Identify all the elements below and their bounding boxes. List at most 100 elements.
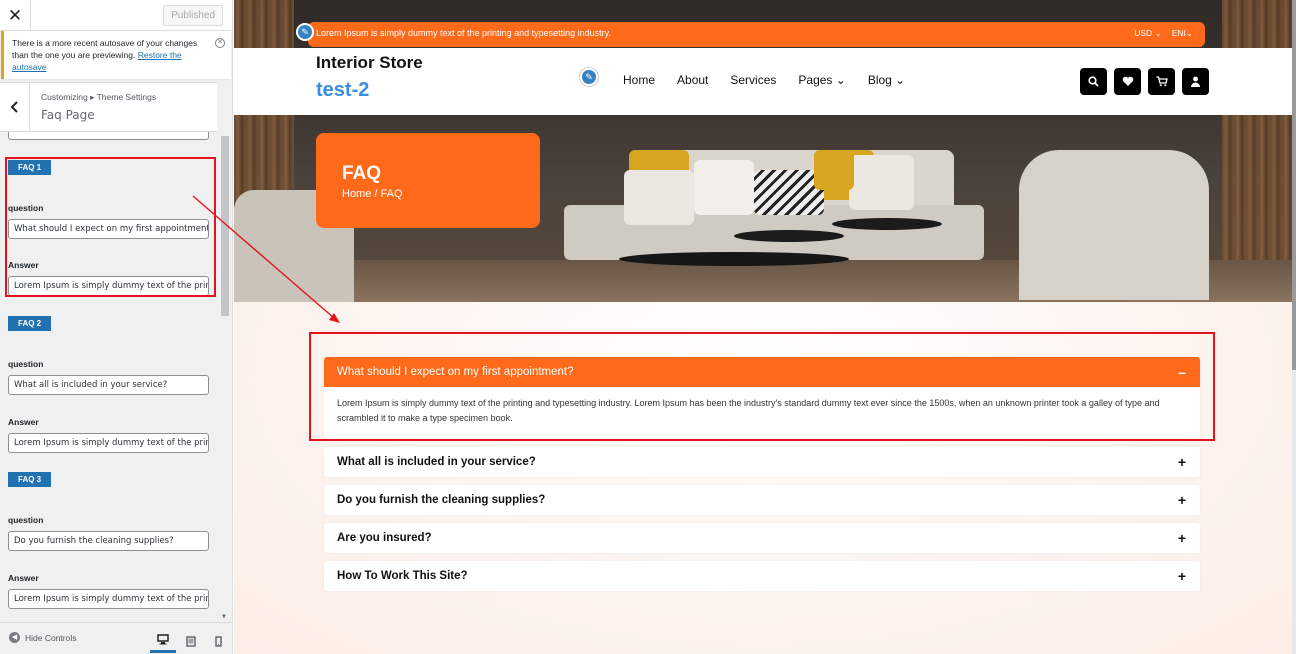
- currency-value: USD: [1134, 28, 1153, 38]
- plus-icon: +: [1177, 454, 1186, 470]
- hide-controls-label: Hide Controls: [25, 632, 77, 643]
- cart-icon: [1156, 76, 1168, 87]
- published-button[interactable]: Published: [163, 5, 223, 26]
- autosave-notice: There is a more recent autosave of your …: [1, 31, 231, 79]
- page-title-box: FAQ Home / FAQ: [316, 133, 540, 228]
- tablet-preview-button[interactable]: [178, 629, 204, 653]
- header-actions: [1080, 68, 1209, 95]
- coffee-table: [832, 218, 942, 230]
- mobile-preview-button[interactable]: [205, 629, 231, 653]
- desktop-icon: [157, 634, 169, 645]
- faq-item[interactable]: What all is included in your service? +: [324, 447, 1200, 477]
- faq-question: Are you insured?: [337, 532, 432, 544]
- faq-question: What all is included in your service?: [337, 456, 536, 468]
- nav-services[interactable]: Services: [730, 73, 776, 87]
- breadcrumb[interactable]: Home / FAQ: [342, 188, 403, 200]
- annotation-box: [309, 332, 1215, 441]
- chevron-down-icon: ⌄: [891, 73, 906, 87]
- faq-question: Do you furnish the cleaning supplies?: [337, 494, 546, 506]
- pillow: [694, 160, 754, 215]
- chevron-down-icon: ⌄: [832, 73, 846, 87]
- breadcrumb: Customizing ▸ Theme Settings: [41, 92, 157, 102]
- panel-header: ✕ Published: [0, 0, 232, 31]
- question-label: question: [8, 515, 44, 525]
- faq2-answer-input[interactable]: Lorem Ipsum is simply dummy text of the …: [8, 433, 209, 453]
- collapse-icon: ◀: [9, 632, 20, 643]
- language-select[interactable]: ENI⌄: [1172, 28, 1193, 39]
- announcement-bar: Lorem Ipsum is simply dummy text of the …: [308, 22, 1205, 47]
- edit-shortcut-icon[interactable]: ✎: [296, 23, 314, 41]
- question-label: question: [8, 359, 44, 369]
- dismiss-icon[interactable]: ✕: [215, 38, 225, 48]
- nav-about[interactable]: About: [677, 73, 708, 87]
- chevron-down-icon: ⌄: [1185, 28, 1193, 38]
- plus-icon: +: [1177, 530, 1186, 546]
- plus-icon: +: [1177, 568, 1186, 584]
- cart-button[interactable]: [1148, 68, 1175, 95]
- faq-item[interactable]: Do you furnish the cleaning supplies? +: [324, 485, 1200, 515]
- topbar-selectors: USD ⌄ ENI⌄: [1134, 28, 1193, 39]
- preview-scrollbar[interactable]: [1292, 0, 1296, 654]
- language-value: ENI: [1171, 28, 1186, 38]
- wishlist-button[interactable]: [1114, 68, 1141, 95]
- currency-select[interactable]: USD ⌄: [1134, 28, 1161, 39]
- nav-home[interactable]: Home: [623, 73, 655, 87]
- faq-question-toggle[interactable]: Are you insured? +: [324, 523, 1200, 553]
- faq-question: How To Work This Site?: [337, 570, 468, 582]
- scrollbar-thumb[interactable]: [221, 136, 229, 316]
- page-title: FAQ: [342, 163, 382, 184]
- mobile-icon: [214, 635, 222, 647]
- close-icon: ✕: [7, 5, 23, 25]
- faq-question-toggle[interactable]: How To Work This Site? +: [324, 561, 1200, 591]
- armchair-right: [1019, 150, 1209, 300]
- answer-label: Answer: [8, 417, 39, 427]
- curtain-right: [1222, 0, 1292, 302]
- site-header: Interior Store test-2 ✎ Home About Servi…: [234, 48, 1292, 115]
- main-nav: Home About Services Pages ⌄ Blog ⌄: [623, 73, 927, 87]
- nav-blog-label: Blog: [867, 73, 892, 87]
- pillow: [849, 155, 914, 210]
- panel-footer: ◀ Hide Controls: [0, 622, 232, 654]
- coffee-table: [734, 230, 844, 242]
- announcement-text: Lorem Ipsum is simply dummy text of the …: [316, 28, 611, 38]
- faq3-question-input[interactable]: Do you furnish the cleaning supplies?: [8, 531, 209, 551]
- search-button[interactable]: [1080, 68, 1107, 95]
- plus-icon: +: [1177, 492, 1186, 508]
- nav-pages-label: Pages: [798, 73, 833, 87]
- store-name[interactable]: Interior Store: [316, 53, 423, 73]
- faq2-question-input[interactable]: What all is included in your service?: [8, 375, 209, 395]
- tablet-icon: [186, 635, 196, 647]
- hide-controls-button[interactable]: ◀ Hide Controls: [9, 632, 77, 643]
- edit-shortcut-icon[interactable]: ✎: [580, 68, 598, 86]
- pillow: [624, 170, 694, 225]
- nav-blog[interactable]: Blog ⌄: [868, 73, 905, 87]
- close-button[interactable]: ✕: [0, 0, 31, 31]
- pillow: [814, 150, 854, 190]
- section-header: Customizing ▸ Theme Settings Faq Page: [0, 82, 217, 132]
- panel-scrollbar[interactable]: ▼: [219, 132, 231, 622]
- answer-label: Answer: [8, 573, 39, 583]
- faq-badge: FAQ 2: [8, 316, 52, 331]
- faq3-answer-input[interactable]: Lorem Ipsum is simply dummy text of the …: [8, 589, 209, 609]
- faq-question-toggle[interactable]: What all is included in your service? +: [324, 447, 1200, 477]
- nav-pages[interactable]: Pages ⌄: [798, 73, 845, 87]
- faq-question-toggle[interactable]: Do you furnish the cleaning supplies? +: [324, 485, 1200, 515]
- section-title: Faq Page: [41, 108, 95, 122]
- search-icon: [1088, 76, 1099, 87]
- faq-badge: FAQ 3: [8, 472, 52, 487]
- previous-field[interactable]: [8, 132, 209, 140]
- scroll-down-icon[interactable]: ▼: [221, 614, 227, 620]
- annotation-box: [5, 157, 216, 297]
- scrollbar-thumb[interactable]: [1292, 0, 1296, 370]
- faq-item[interactable]: Are you insured? +: [324, 523, 1200, 553]
- heart-icon: [1122, 76, 1133, 86]
- account-button[interactable]: [1182, 68, 1209, 95]
- site-preview: Lorem Ipsum is simply dummy text of the …: [234, 0, 1296, 654]
- back-button[interactable]: [0, 83, 30, 131]
- desktop-preview-button[interactable]: [150, 629, 176, 653]
- coffee-table: [619, 252, 849, 266]
- faq-item[interactable]: How To Work This Site? +: [324, 561, 1200, 591]
- customizer-panel: ✕ Published There is a more recent autos…: [0, 0, 233, 654]
- user-icon: [1191, 76, 1200, 87]
- chevron-left-icon: [10, 101, 18, 113]
